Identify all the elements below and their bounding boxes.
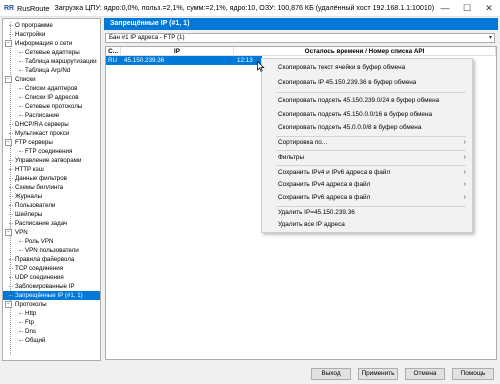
menu-copy-subnet-16[interactable]: Скопировать подсеть 45.150.0.0/16 в буфе… — [262, 110, 472, 120]
tree-item-udp[interactable]: UDP соединения — [3, 273, 66, 282]
apply-button[interactable]: Применить — [358, 368, 398, 380]
tree-item-dns[interactable]: Dns — [3, 327, 38, 336]
submenu-arrow-icon: › — [463, 139, 466, 146]
tree-item-multicast[interactable]: Мультикаст прокси — [3, 129, 71, 138]
help-button[interactable]: Помощь — [452, 368, 494, 380]
tree-item-ftp-connections[interactable]: FTP соединения — [3, 147, 74, 156]
collapse-toggle-icon[interactable]: − — [5, 229, 12, 236]
menu-filters[interactable]: Фильтры › — [262, 153, 472, 163]
tree-item-arp-table[interactable]: Таблица Arp/Nd — [3, 66, 72, 75]
collapse-toggle-icon[interactable]: − — [5, 40, 12, 47]
tree-item-ip-lists[interactable]: Списки IP адресов — [3, 93, 81, 102]
app-name: RusRoute — [17, 3, 50, 13]
column-header-time-left[interactable]: Осталось времени / Номер списка API — [234, 47, 496, 56]
tree-item-gates[interactable]: Управление затворами — [3, 156, 83, 165]
status-stats: Загрузка ЦПУ: ядро:0,0%, польз.=2,1%, су… — [54, 4, 435, 12]
tree-item-blocked-ip[interactable]: Заблокированные IP — [3, 282, 77, 291]
submenu-arrow-icon: › — [463, 154, 466, 161]
tree-item-vpn-role[interactable]: Роль VPN — [3, 237, 55, 246]
close-button[interactable]: ✕ — [478, 0, 500, 16]
tree-item-ftp-servers[interactable]: − FTP серверы — [3, 138, 55, 147]
menu-delete-ip[interactable]: Удалить IP=45.150.239.36 — [262, 208, 472, 218]
menu-copy-subnet-8[interactable]: Скопировать подсеть 45.0.0.0/8 в буфер о… — [262, 123, 472, 133]
menu-sort-by[interactable]: Сортировка по... › — [262, 138, 472, 148]
cancel-button[interactable]: Отмена — [405, 368, 445, 380]
cell-ip: 45.150.239.36 — [121, 56, 234, 65]
minimize-button[interactable]: — — [434, 0, 456, 16]
column-header-country[interactable]: С... — [106, 47, 121, 56]
tree-item-dhcp[interactable]: DHCP/RA серверы — [3, 120, 71, 129]
menu-separator — [276, 206, 466, 207]
column-header-ip[interactable]: IP — [121, 47, 234, 56]
tree-item-filter-data[interactable]: Данные фильтров — [3, 174, 69, 183]
tree-item-network-info[interactable]: − Информация о сети — [3, 39, 74, 48]
tree-item-general[interactable]: Общий — [3, 336, 47, 345]
menu-separator — [276, 92, 466, 93]
tree-item-adapters[interactable]: Сетевые адаптеры — [3, 48, 82, 57]
tree-item-vpn-users[interactable]: VPN пользователи — [3, 246, 81, 255]
tree-item-schedule[interactable]: Расписание — [3, 111, 61, 120]
tree-item-adapter-lists[interactable]: Списки адаптеров — [3, 84, 79, 93]
menu-copy-subnet-24[interactable]: Скопировать подсеть 45.150.239.0/24 в бу… — [262, 96, 472, 106]
tree-item-protocols[interactable]: − Протоколы — [3, 300, 49, 309]
menu-save-ipv4[interactable]: Сохранить IPv4 адреса в файл › — [262, 180, 472, 190]
tree-item-task-schedule[interactable]: Расписание задач — [3, 219, 69, 228]
menu-delete-all-ip[interactable]: Удалить все IP адреса — [262, 220, 472, 230]
submenu-arrow-icon: › — [463, 181, 466, 188]
nav-tree: О программе Настройки − Информация о сети… — [2, 18, 101, 361]
menu-copy-ip[interactable]: Скопировать IP 45.150.239.36 в буфер обм… — [262, 78, 472, 88]
maximize-button[interactable]: ☐ — [456, 0, 478, 16]
window-controls: — ☐ ✕ — [434, 0, 500, 16]
tree-item-net-protocols[interactable]: Сетевые протоколы — [3, 102, 84, 111]
chevron-down-icon[interactable]: ▾ — [489, 34, 492, 42]
menu-separator — [276, 150, 466, 151]
tree-item-logs[interactable]: Журналы — [3, 192, 44, 201]
tree-item-http[interactable]: Http — [3, 309, 38, 318]
tree-item-lists[interactable]: − Списки — [3, 75, 38, 84]
collapse-toggle-icon[interactable]: − — [5, 139, 12, 146]
tree-item-firewall-rules[interactable]: Правила файервола — [3, 255, 76, 264]
menu-copy-cell-text[interactable]: Скопировать текст ячейки в буфер обмена — [262, 63, 472, 73]
menu-separator — [276, 165, 466, 166]
collapse-toggle-icon[interactable]: − — [5, 301, 12, 308]
tree-item-billing[interactable]: Схемы биллинга — [3, 183, 65, 192]
tree-item-about[interactable]: О программе — [3, 21, 55, 30]
mouse-cursor-icon — [257, 61, 265, 72]
tree-item-vpn[interactable]: − VPN — [3, 228, 30, 237]
collapse-toggle-icon[interactable]: − — [5, 76, 12, 83]
tree-item-ftp[interactable]: Ftp — [3, 318, 36, 327]
tree-item-settings[interactable]: Настройки — [3, 30, 47, 39]
menu-save-ipv4-ipv6[interactable]: Сохранить IPv4 и IPv6 адреса в файл › — [262, 168, 472, 178]
panel-title: Запрещённые IP (#1, 1) — [104, 18, 498, 30]
tree-item-banned-ip[interactable]: Запрещённые IP (#1, 1) — [3, 291, 100, 300]
tree-item-shapers[interactable]: Шейперы — [3, 210, 44, 219]
tree-item-http-cache[interactable]: HTTP кэш — [3, 165, 46, 174]
context-menu: Скопировать текст ячейки в буфер обмена … — [261, 58, 473, 233]
menu-separator — [276, 136, 466, 137]
dropdown-value: Бан #1 IP адреса - FTP (1) — [109, 34, 185, 41]
exit-button[interactable]: Выход — [311, 368, 351, 380]
submenu-arrow-icon: › — [463, 194, 466, 201]
tree-item-routing-table[interactable]: Таблица маршрутизации — [3, 57, 99, 66]
list-select-dropdown[interactable]: Бан #1 IP адреса - FTP (1) ▾ — [105, 33, 495, 43]
tree-item-users[interactable]: Пользователи — [3, 201, 57, 210]
app-logo: RR — [4, 4, 15, 12]
title-bar: RR RusRoute Загрузка ЦПУ: ядро:0,0%, пол… — [0, 0, 500, 17]
submenu-arrow-icon: › — [463, 169, 466, 176]
menu-save-ipv6[interactable]: Сохранить IPv6 адреса в файл › — [262, 193, 472, 203]
cell-country: RU — [106, 56, 121, 65]
tree-item-tcp[interactable]: TCP соединения — [3, 264, 65, 273]
